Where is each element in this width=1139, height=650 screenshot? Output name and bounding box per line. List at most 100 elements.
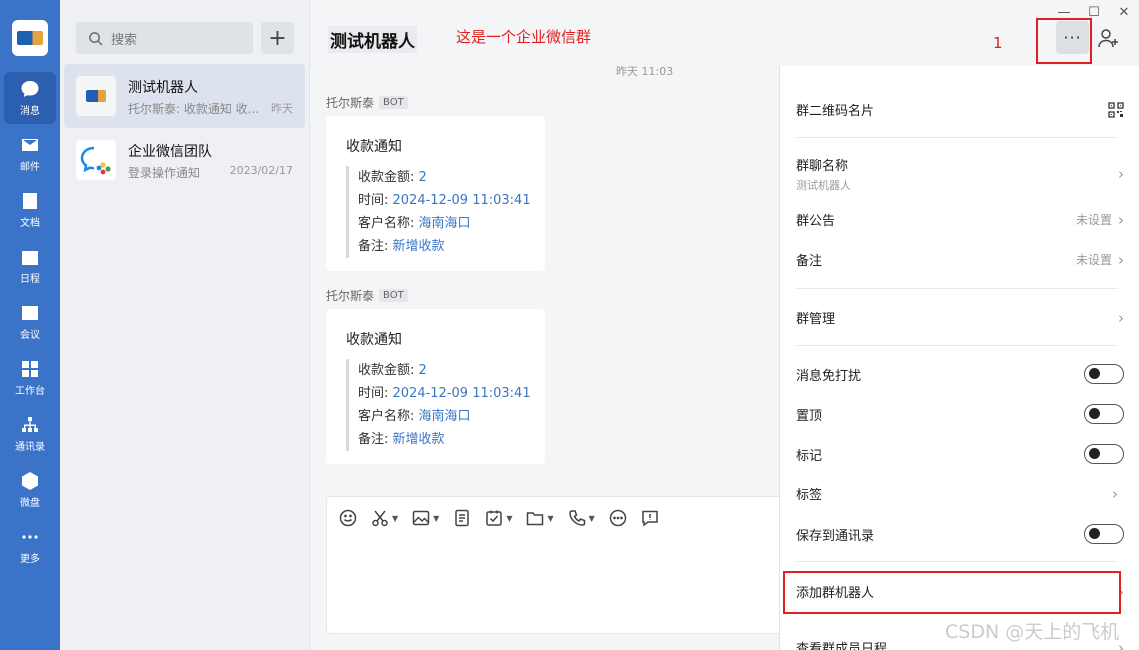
rail-label: 会议 [20, 330, 40, 341]
rail-item-drive[interactable]: 微盘 [4, 464, 56, 516]
wecom-team-avatar [76, 140, 116, 180]
close-icon[interactable]: ✕ [1109, 0, 1139, 24]
group-manage-label: 群管理 [796, 312, 836, 327]
checklist-icon [486, 510, 503, 526]
annotation-text: 这是一个企业微信群 [456, 28, 592, 46]
chat-record-button[interactable] [641, 509, 659, 527]
phone-button[interactable]: ▼ [568, 509, 595, 527]
mark-label: 标记 [796, 448, 823, 464]
mark-toggle[interactable] [1084, 444, 1124, 464]
emoji-button[interactable] [339, 509, 357, 527]
mark-row: 标记 [796, 444, 1124, 464]
group-name-value: 测试机器人 [796, 179, 851, 192]
create-button[interactable]: + [261, 22, 294, 54]
avatar [76, 76, 116, 116]
divider [796, 137, 1118, 138]
card-row: 收款金额: 2 [358, 170, 427, 185]
rail-label: 消息 [20, 106, 40, 117]
chevron-right-icon: › [1118, 210, 1124, 229]
rail-label: 通讯录 [15, 442, 45, 453]
card-row: 客户名称: 海南海口 [358, 216, 471, 231]
more-circle-icon [609, 509, 627, 527]
card-row: 收款金额: 2 [358, 363, 427, 378]
meeting-icon [20, 303, 40, 323]
announcement-row[interactable]: 群公告 未设置 › [796, 210, 1124, 230]
search-input[interactable]: 搜索 [76, 22, 253, 54]
announcement-label: 群公告 [796, 214, 836, 229]
workbench-icon [20, 359, 40, 379]
rail-item-mail[interactable]: 邮件 [4, 128, 56, 180]
screenshot-button[interactable]: ▼ [371, 509, 398, 527]
group-manage-row[interactable]: 群管理 › [796, 308, 1124, 328]
phone-icon [568, 510, 585, 526]
plus-icon: + [268, 25, 287, 51]
qr-code-icon [1108, 101, 1124, 118]
more-tools-button[interactable] [609, 509, 627, 527]
pin-row: 置顶 [796, 404, 1124, 424]
save-contacts-toggle[interactable] [1084, 524, 1124, 544]
chat-bubble-icon [642, 510, 658, 527]
sender-name: 托尔斯泰 [326, 289, 375, 303]
rail-item-contacts[interactable]: 通讯录 [4, 408, 56, 460]
highlight-box-more [1036, 18, 1092, 64]
chat-list-item[interactable]: 企业微信团队 登录操作通知 2023/02/17 [64, 128, 305, 192]
chat-list-panel: 搜索 + 测试机器人 托尔斯泰: 收款通知 收... 昨天 企业微信团队 登录操… [60, 0, 310, 650]
rail-item-more[interactable]: 更多 [4, 520, 56, 572]
scissors-icon [372, 510, 388, 527]
chat-title: 测试机器人 [328, 26, 417, 53]
message-card[interactable]: 收款通知 收款金额: 2 时间: 2024-12-09 11:03:41 客户名… [326, 309, 545, 464]
message-card[interactable]: 收款通知 收款金额: 2 时间: 2024-12-09 11:03:41 客户名… [326, 116, 545, 271]
chevron-right-icon: › [1112, 484, 1118, 503]
rail-label: 更多 [20, 554, 40, 565]
add-member-icon[interactable] [1097, 26, 1121, 50]
rail-item-calendar[interactable]: 日程 [4, 240, 56, 292]
rail-item-messages[interactable]: 消息 [4, 72, 56, 124]
card-row: 备注: 新增收款 [358, 432, 445, 447]
search-icon [89, 31, 103, 46]
chat-preview: 托尔斯泰: 收款通知 收... [128, 102, 260, 116]
message-sender: 托尔斯泰 BOT [326, 94, 408, 111]
card-row: 客户名称: 海南海口 [358, 409, 471, 424]
rail-item-workbench[interactable]: 工作台 [4, 352, 56, 404]
chevron-right-icon: › [1118, 250, 1124, 269]
message-composer[interactable]: ▼ ▼ ▼ ▼ ▼ [326, 496, 796, 634]
qr-card-row[interactable]: 群二维码名片 [796, 100, 1124, 119]
chat-name: 测试机器人 [128, 80, 198, 96]
divider [796, 288, 1118, 289]
doc-icon [455, 509, 470, 527]
bot-badge: BOT [379, 96, 408, 109]
company-logo[interactable] [12, 20, 48, 56]
mute-toggle[interactable] [1084, 364, 1124, 384]
bot-badge: BOT [379, 289, 408, 302]
tags-row[interactable]: 标签 › [796, 484, 1124, 504]
chevron-right-icon: › [1118, 308, 1124, 327]
group-name-label: 群聊名称 [796, 159, 849, 174]
composer-toolbar: ▼ ▼ ▼ ▼ ▼ [339, 509, 673, 527]
group-name-row[interactable]: 群聊名称 测试机器人 › [796, 155, 1124, 193]
save-contacts-row: 保存到通讯录 [796, 524, 1124, 544]
date-separator: 昨天 11:03 [616, 65, 674, 78]
chat-list-item[interactable]: 测试机器人 托尔斯泰: 收款通知 收... 昨天 [64, 64, 305, 128]
rail-item-docs[interactable]: 文档 [4, 184, 56, 236]
chat-time: 2023/02/17 [229, 164, 293, 177]
document-icon [20, 191, 40, 211]
chevron-right-icon: › [1118, 165, 1124, 183]
image-button[interactable]: ▼ [412, 509, 439, 527]
card-row: 备注: 新增收款 [358, 239, 445, 254]
group-settings-panel: 群二维码名片 群聊名称 测试机器人 › 群公告 未设置 › 备注 未设置 › 群管理… [779, 66, 1139, 650]
remark-value: 未设置 [1075, 253, 1112, 267]
pin-label: 置顶 [796, 408, 823, 424]
cloud-drive-icon [20, 471, 40, 491]
task-button[interactable]: ▼ [485, 509, 512, 527]
rail-item-meeting[interactable]: 会议 [4, 296, 56, 348]
folder-button[interactable]: ▼ [526, 509, 554, 527]
qr-card-label: 群二维码名片 [796, 104, 875, 119]
doc-button[interactable] [453, 509, 471, 527]
card-title: 收款通知 [346, 139, 402, 155]
remark-row[interactable]: 备注 未设置 › [796, 250, 1124, 270]
pin-toggle[interactable] [1084, 404, 1124, 424]
message-icon [20, 79, 40, 99]
folder-icon [527, 512, 544, 526]
rail-label: 微盘 [20, 498, 40, 509]
calendar-icon [20, 247, 40, 267]
